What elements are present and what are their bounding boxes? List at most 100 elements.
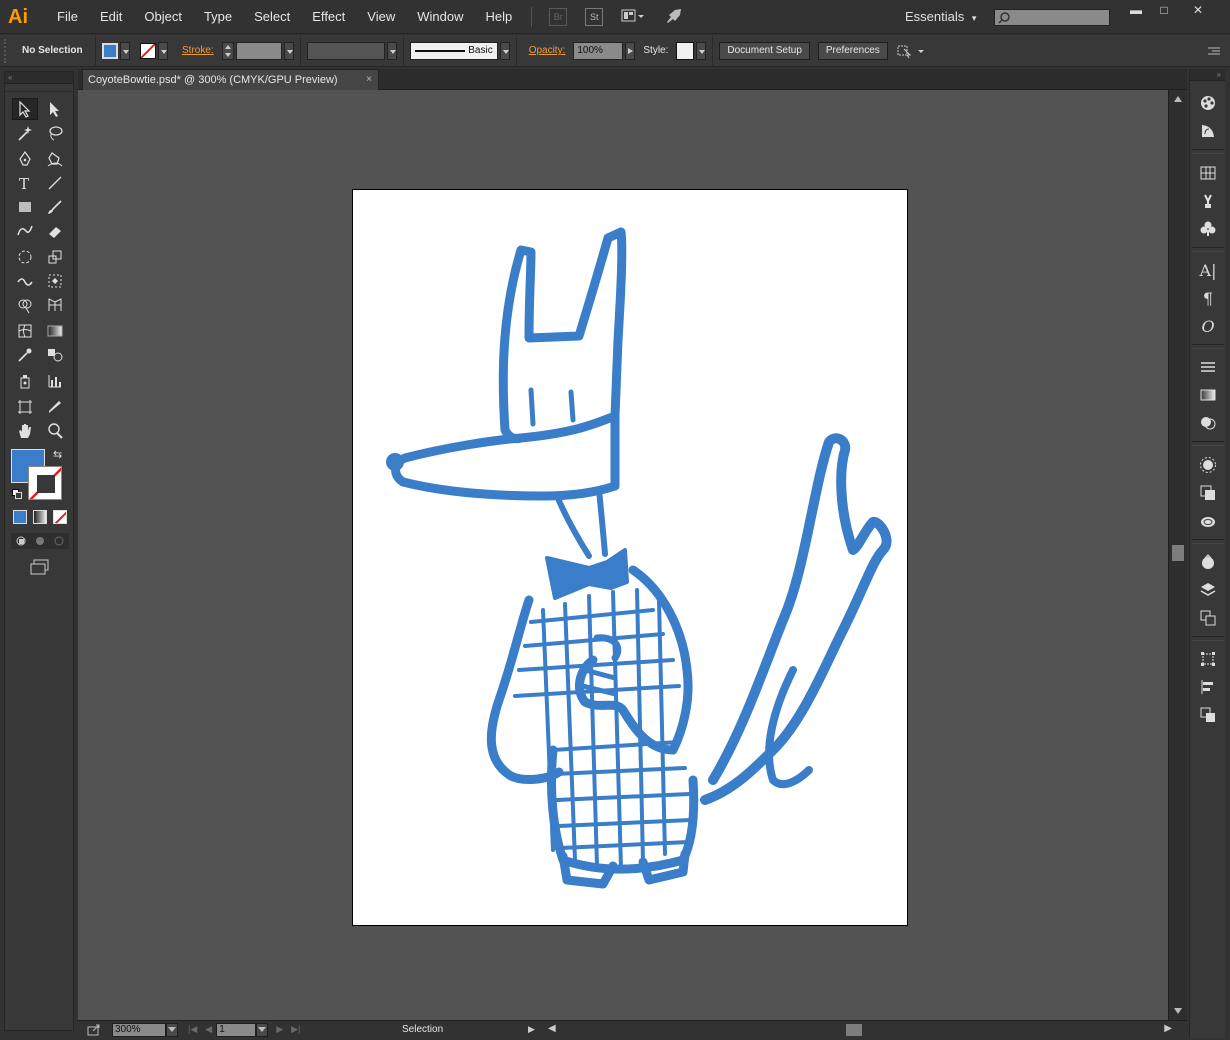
mesh-tool[interactable] xyxy=(12,320,38,342)
stock-button[interactable]: St xyxy=(585,7,604,26)
menu-effect[interactable]: Effect xyxy=(301,0,356,34)
opentype-panel-icon[interactable]: O xyxy=(1198,316,1218,336)
pen-tool[interactable] xyxy=(12,148,38,170)
character-panel-icon[interactable]: A| xyxy=(1198,260,1218,280)
tools-panel-grip[interactable] xyxy=(5,84,73,92)
type-tool[interactable]: T xyxy=(12,172,38,194)
magic-wand-tool[interactable] xyxy=(12,122,38,144)
menu-file[interactable]: File xyxy=(46,0,89,34)
gradient-mode-button[interactable] xyxy=(33,510,47,524)
blend-tool[interactable] xyxy=(42,344,68,366)
close-window-button[interactable]: ✕ xyxy=(1186,3,1210,17)
lasso-tool[interactable] xyxy=(42,122,68,144)
variable-width-profile[interactable] xyxy=(306,41,385,60)
eyedropper-tool[interactable] xyxy=(12,344,38,366)
horizontal-scrollbar[interactable]: ◀ ▶ xyxy=(546,1023,1186,1037)
menu-help[interactable]: Help xyxy=(474,0,523,34)
swatches-panel-icon[interactable] xyxy=(1198,163,1218,183)
opacity-label[interactable]: Opacity: xyxy=(529,45,566,56)
scroll-up-icon[interactable] xyxy=(1174,96,1182,102)
horizontal-scroll-thumb[interactable] xyxy=(846,1024,862,1036)
cc-libraries-panel-icon[interactable] xyxy=(1198,511,1218,531)
pathfinder-panel-icon[interactable] xyxy=(1198,705,1218,725)
paintbrush-tool[interactable] xyxy=(42,196,68,218)
paragraph-panel-icon[interactable]: ¶ xyxy=(1198,288,1218,308)
menu-view[interactable]: View xyxy=(356,0,406,34)
align-panel-icon[interactable] xyxy=(1198,677,1218,697)
scroll-left-icon[interactable]: ◀ xyxy=(548,1023,556,1034)
scroll-down-icon[interactable] xyxy=(1174,1008,1182,1014)
shape-builder-tool[interactable] xyxy=(12,294,38,316)
document-setup-button[interactable]: Document Setup xyxy=(719,41,810,60)
color-mode-button[interactable] xyxy=(13,510,27,524)
last-artboard-icon[interactable]: ▶| xyxy=(291,1024,300,1035)
scroll-right-icon[interactable]: ▶ xyxy=(1164,1023,1172,1034)
stroke-color-swatch[interactable] xyxy=(140,42,156,59)
width-tool[interactable] xyxy=(12,270,38,292)
vertical-scroll-thumb[interactable] xyxy=(1172,545,1184,561)
appearance-panel-icon[interactable] xyxy=(1198,455,1218,475)
coyote-artwork[interactable] xyxy=(353,190,909,927)
draw-mode-icons[interactable] xyxy=(11,533,69,549)
symbols-panel-icon[interactable] xyxy=(1198,219,1218,239)
column-graph-tool[interactable] xyxy=(42,370,68,392)
graphic-style-dropdown[interactable] xyxy=(696,41,707,60)
scale-tool[interactable] xyxy=(42,246,68,268)
curvature-tool[interactable] xyxy=(42,148,68,170)
gradient-tool[interactable] xyxy=(42,320,68,342)
menu-object[interactable]: Object xyxy=(133,0,193,34)
fill-dropdown[interactable] xyxy=(120,41,130,60)
color-panel-icon[interactable] xyxy=(1198,93,1218,113)
panel-dock-header[interactable]: » xyxy=(1190,69,1225,81)
transparency-panel-icon[interactable] xyxy=(1198,413,1218,433)
swap-fill-stroke-icon[interactable]: ⇆ xyxy=(53,448,62,461)
none-mode-button[interactable] xyxy=(53,510,67,524)
vertical-scrollbar[interactable] xyxy=(1168,90,1187,1020)
brush-definition-field[interactable]: Basic xyxy=(409,41,498,60)
asset-export-panel-icon[interactable] xyxy=(1198,552,1218,572)
change-screen-mode-button[interactable] xyxy=(29,558,51,576)
tools-panel-header[interactable]: « xyxy=(5,72,73,84)
artboard[interactable] xyxy=(352,189,908,926)
previous-artboard-icon[interactable]: ◀ xyxy=(205,1024,212,1035)
stroke-swatch-large[interactable] xyxy=(28,466,62,500)
variable-width-dropdown[interactable] xyxy=(386,41,397,60)
first-artboard-icon[interactable]: |◀ xyxy=(188,1024,197,1035)
arrange-documents-button[interactable] xyxy=(621,8,647,26)
free-transform-tool[interactable] xyxy=(42,270,68,292)
artboard-number-field[interactable]: 1 xyxy=(216,1022,257,1037)
zoom-tool[interactable] xyxy=(42,420,68,442)
restore-button[interactable]: □ xyxy=(1152,3,1176,17)
rotate-tool[interactable] xyxy=(12,246,38,268)
eraser-tool[interactable] xyxy=(42,220,68,242)
symbol-sprayer-tool[interactable] xyxy=(12,370,38,392)
zoom-level-field[interactable]: 300% xyxy=(112,1022,166,1037)
shaper-tool[interactable] xyxy=(12,220,38,242)
artboard-tool[interactable] xyxy=(12,396,38,418)
selection-tool[interactable] xyxy=(12,98,38,120)
artboards-panel-icon[interactable] xyxy=(1198,608,1218,628)
stroke-label[interactable]: Stroke: xyxy=(182,45,214,56)
fill-color-swatch[interactable] xyxy=(102,42,118,59)
direct-selection-tool[interactable] xyxy=(42,98,68,120)
gpu-performance-button[interactable] xyxy=(665,8,683,26)
slice-tool[interactable] xyxy=(42,396,68,418)
close-tab-icon[interactable]: × xyxy=(366,70,372,90)
menu-select[interactable]: Select xyxy=(243,0,301,34)
stroke-weight-dropdown[interactable] xyxy=(283,41,294,60)
preferences-button[interactable]: Preferences xyxy=(817,41,888,60)
hand-tool[interactable] xyxy=(12,420,38,442)
menu-type[interactable]: Type xyxy=(193,0,243,34)
rectangle-tool[interactable] xyxy=(12,196,38,218)
minimize-button[interactable]: ▬ xyxy=(1124,3,1148,17)
search-help-input[interactable] xyxy=(994,9,1110,26)
document-tab[interactable]: CoyoteBowtie.psd* @ 300% (CMYK/GPU Previ… xyxy=(82,69,379,90)
stroke-panel-icon[interactable] xyxy=(1198,357,1218,377)
opacity-field[interactable]: 100% xyxy=(573,41,624,60)
graphic-styles-panel-icon[interactable] xyxy=(1198,483,1218,503)
gradient-panel-icon[interactable] xyxy=(1198,385,1218,405)
default-fill-stroke-icon[interactable] xyxy=(12,489,22,499)
layers-panel-icon[interactable] xyxy=(1198,580,1218,600)
bridge-button[interactable]: Br xyxy=(549,7,568,26)
stroke-weight-field[interactable] xyxy=(235,41,282,60)
